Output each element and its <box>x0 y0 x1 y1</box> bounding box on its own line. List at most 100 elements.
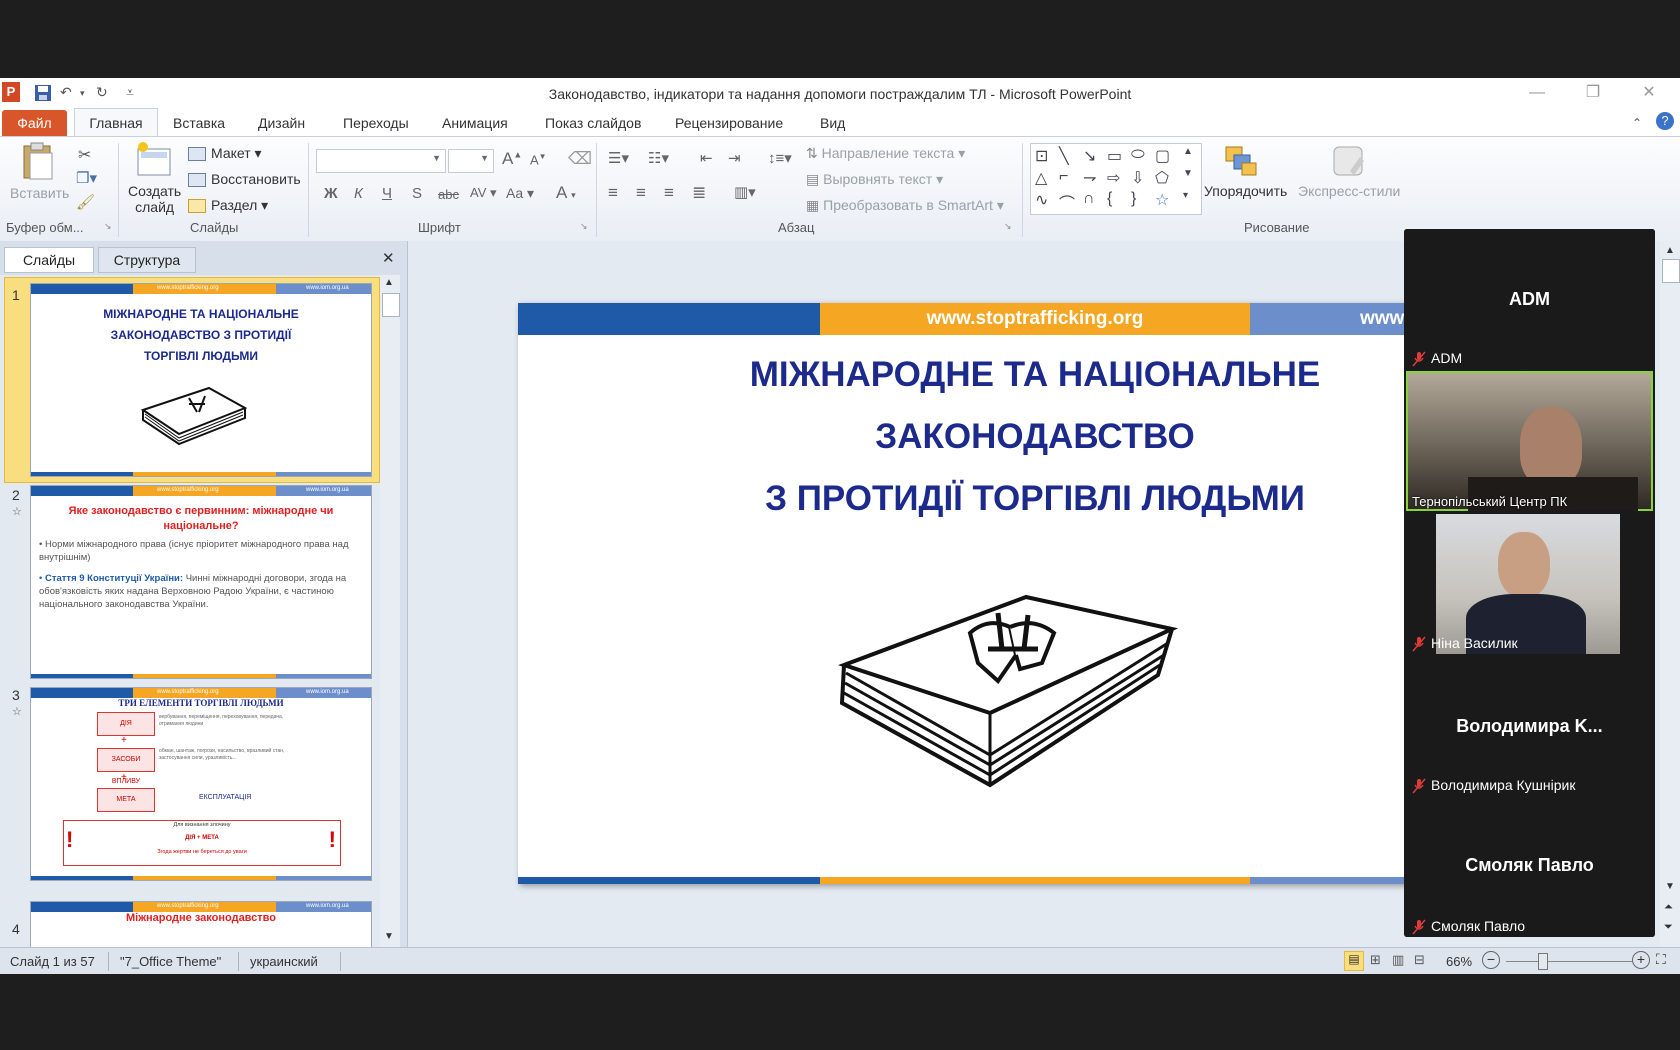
participant-video-tile[interactable]: Тернопільський Центр ПК <box>1406 371 1653 511</box>
fit-to-window-icon[interactable]: ⛶ <box>1656 951 1666 968</box>
line-spacing-icon[interactable]: ↕≡▾ <box>768 149 792 167</box>
down-arrow-shape-icon[interactable]: ⇩ <box>1131 168 1144 188</box>
arrow-shape-icon[interactable]: ↘ <box>1083 146 1096 166</box>
triangle-shape-icon[interactable]: △ <box>1035 168 1047 188</box>
paragraph-launcher-icon[interactable]: ↘ <box>1004 221 1012 232</box>
shadow-button[interactable]: S <box>412 185 422 202</box>
textbox-shape-icon[interactable]: ⊡ <box>1035 146 1048 166</box>
cut-icon[interactable]: ✂ <box>78 145 91 165</box>
decrease-indent-icon[interactable]: ⇤ <box>700 149 713 167</box>
help-icon[interactable]: ? <box>1656 112 1674 130</box>
slide-sorter-icon[interactable]: ⊞ <box>1370 952 1381 968</box>
tab-design[interactable]: Дизайн <box>258 113 305 133</box>
arrange-icon[interactable] <box>1222 143 1260 184</box>
scroll-thumb[interactable] <box>1662 259 1680 283</box>
elbow-connector-icon[interactable]: ⌐ <box>1059 168 1068 186</box>
tab-outline-pane[interactable]: Структура <box>98 247 196 273</box>
star-shape-icon[interactable]: ☆ <box>1155 190 1169 210</box>
participant-tile[interactable]: Смоляк Павло Смоляк Павло <box>1404 797 1655 937</box>
bold-button[interactable]: Ж <box>324 185 338 202</box>
justify-icon[interactable]: ≣ <box>692 183 706 203</box>
previous-slide-icon[interactable]: ⏶ <box>1664 901 1673 914</box>
scroll-thumb[interactable] <box>382 293 400 317</box>
columns-icon[interactable]: ▥▾ <box>734 183 756 201</box>
close-pane-icon[interactable]: ✕ <box>382 249 395 267</box>
reading-view-icon[interactable]: ▥ <box>1392 952 1404 968</box>
thumbnails-scrollbar[interactable]: ▲ ▼ <box>380 275 400 947</box>
zoom-in-icon[interactable]: + <box>1632 951 1650 969</box>
scroll-up-icon[interactable]: ▲ <box>1665 245 1675 256</box>
freeform-shape-icon[interactable]: ∿ <box>1035 190 1048 210</box>
right-brace-icon[interactable]: } <box>1131 190 1136 208</box>
oval-shape-icon[interactable]: ⬭ <box>1131 146 1145 164</box>
clipboard-launcher-icon[interactable]: ↘ <box>104 221 112 232</box>
new-slide-button[interactable]: Создать слайд <box>128 183 181 215</box>
theme-name[interactable]: "7_Office Theme" <box>120 954 221 969</box>
tab-slideshow[interactable]: Показ слайдов <box>545 113 641 133</box>
italic-button[interactable]: К <box>354 185 363 202</box>
curve-shape-icon[interactable]: ∩ <box>1083 190 1095 208</box>
next-slide-icon[interactable]: ⏷ <box>1664 921 1673 934</box>
thumbnail-slide-1[interactable]: www.stoptrafficking.org www.iom.org.ua М… <box>30 283 372 477</box>
rectangle-shape-icon[interactable]: ▭ <box>1107 146 1122 166</box>
slideshow-icon[interactable]: ⊟ <box>1414 952 1425 968</box>
section-button[interactable]: Раздел ▾ <box>188 197 268 214</box>
numbering-icon[interactable]: ☷▾ <box>648 149 669 167</box>
thumbnail-slide-3[interactable]: www.stoptrafficking.org www.iom.org.ua Т… <box>30 687 372 881</box>
tab-view[interactable]: Вид <box>820 113 845 133</box>
normal-view-icon[interactable]: ▤ <box>1344 951 1364 971</box>
tab-transitions[interactable]: Переходы <box>343 113 409 133</box>
collapse-ribbon-icon[interactable]: ⌃ <box>1632 114 1642 132</box>
elbow-arrow-icon[interactable]: ⇁ <box>1083 168 1096 188</box>
left-brace-icon[interactable]: { <box>1107 190 1112 208</box>
thumbnail-slide-4[interactable]: www.stoptrafficking.org www.iom.org.ua М… <box>30 901 372 947</box>
format-painter-icon[interactable]: 🖌 <box>76 193 95 211</box>
quick-styles-button[interactable]: Экспресс-стили <box>1298 183 1400 199</box>
arc-shape-icon[interactable]: ⌒ <box>1059 190 1075 214</box>
minimize-button[interactable]: — <box>1522 82 1552 104</box>
zoom-slider-track[interactable] <box>1506 961 1632 962</box>
increase-indent-icon[interactable]: ⇥ <box>728 149 741 167</box>
line-shape-icon[interactable]: ╲ <box>1059 146 1069 166</box>
change-case-button[interactable]: Aa ▾ <box>506 185 534 202</box>
pentagon-shape-icon[interactable]: ⬠ <box>1155 168 1169 188</box>
font-launcher-icon[interactable]: ↘ <box>580 221 588 232</box>
tab-home[interactable]: Главная <box>74 108 158 138</box>
participant-tile[interactable]: Володимира K... Володимира Кушнірик <box>1404 656 1655 796</box>
gallery-down-icon[interactable]: ▼ <box>1183 168 1193 179</box>
clear-formatting-icon[interactable]: ⌫ <box>568 149 592 169</box>
copy-icon[interactable]: ❐▾ <box>76 169 97 187</box>
grow-font-button[interactable]: A▲ <box>502 149 522 169</box>
text-direction-button[interactable]: ⇅ Направление текста ▾ <box>806 145 965 162</box>
reset-button[interactable]: Восстановить <box>188 171 301 188</box>
new-slide-icon[interactable] <box>134 141 174 184</box>
font-size-combo[interactable]: ▼ <box>448 149 494 173</box>
shapes-gallery[interactable]: ⊡ ╲ ↘ ▭ ⬭ ▢ △ ⌐ ⇁ ⇨ ⇩ ⬠ ∿ ⌒ ∩ { } ☆ ▲ ▼ … <box>1030 143 1202 215</box>
align-right-icon[interactable]: ≡ <box>664 183 674 203</box>
paste-button[interactable]: Вставить <box>10 185 69 201</box>
tab-animation[interactable]: Анимация <box>442 113 508 133</box>
restore-button[interactable]: ❐ <box>1578 82 1608 104</box>
layout-button[interactable]: Макет ▾ <box>188 145 262 162</box>
shrink-font-button[interactable]: A▼ <box>530 152 547 167</box>
rounded-rect-shape-icon[interactable]: ▢ <box>1155 146 1170 166</box>
font-color-button[interactable]: A ▾ <box>556 183 576 203</box>
right-arrow-shape-icon[interactable]: ⇨ <box>1107 168 1120 188</box>
scroll-down-icon[interactable]: ▼ <box>1665 881 1675 892</box>
tab-slides-pane[interactable]: Слайды <box>4 247 94 273</box>
participant-tile[interactable]: ADM ADM <box>1404 229 1655 369</box>
current-slide[interactable]: www.stoptrafficking.org www МІЖНАРОДНЕ Т… <box>518 303 1552 884</box>
close-button[interactable]: ✕ <box>1634 82 1664 104</box>
zoom-level[interactable]: 66% <box>1446 954 1472 969</box>
scroll-down-icon[interactable]: ▼ <box>384 931 394 942</box>
gallery-up-icon[interactable]: ▲ <box>1183 146 1193 157</box>
scroll-up-icon[interactable]: ▲ <box>384 277 394 288</box>
zoom-slider-handle[interactable] <box>1538 953 1548 970</box>
bullets-icon[interactable]: ☰▾ <box>608 149 629 167</box>
strikethrough-button[interactable]: abc <box>438 187 459 202</box>
font-name-combo[interactable]: ▼ <box>316 149 446 173</box>
gallery-more-icon[interactable]: ▾ <box>1183 190 1188 201</box>
language-indicator[interactable]: украинский <box>250 954 318 969</box>
paste-icon[interactable] <box>18 141 58 184</box>
arrange-button[interactable]: Упорядочить <box>1204 183 1287 199</box>
